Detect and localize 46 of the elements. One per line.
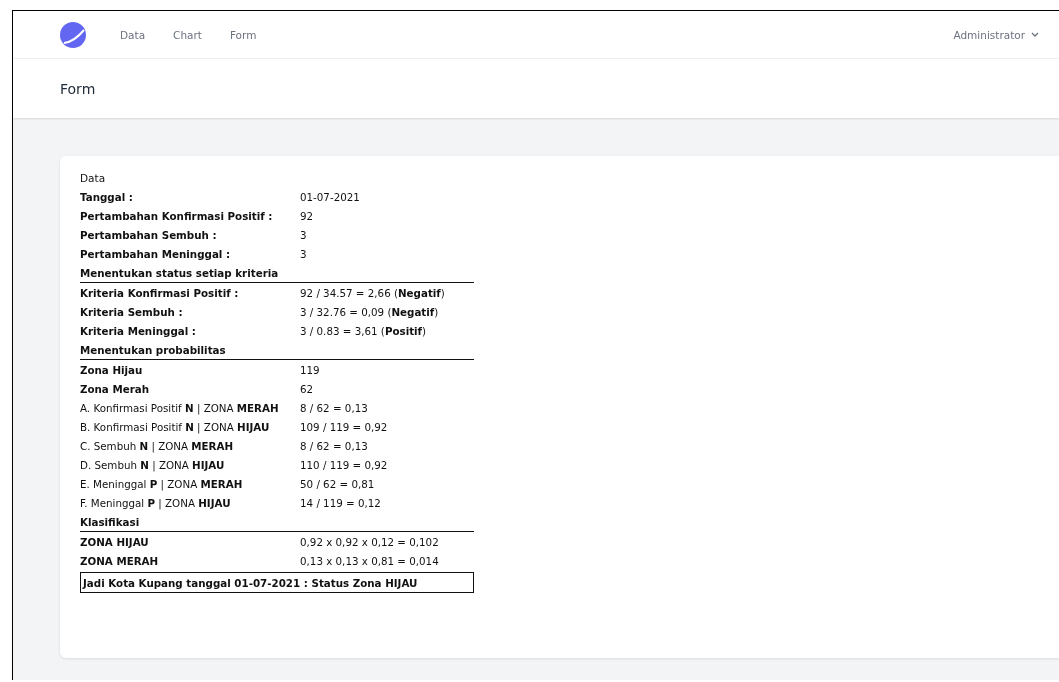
row-value: 01-07-2021 [300, 190, 361, 203]
row-value: 50 / 62 = 0,81 [300, 477, 376, 490]
row-label: D. Sembuh N | ZONA HIJAU [80, 458, 226, 471]
section-heading: Menentukan probabilitas [80, 343, 227, 356]
page-title: Form [60, 80, 96, 97]
row-label: Kriteria Konfirmasi Positif : [80, 286, 240, 299]
nav-link[interactable]: Form [217, 22, 269, 47]
row-value: 14 / 119 = 0,12 [300, 496, 382, 509]
row-label: Pertambahan Konfirmasi Positif : [80, 209, 274, 222]
row-label: Zona Merah [80, 382, 150, 395]
row-label: ZONA MERAH [80, 554, 160, 567]
row-value: 0,13 x 0,13 x 0,81 = 0,014 [300, 554, 440, 567]
row-value: 92 / 34.57 = 2,66 (Negatif) [300, 286, 446, 299]
chevron-down-icon [1031, 32, 1039, 37]
row-label: Pertambahan Sembuh : [80, 228, 218, 241]
row-label: C. Sembuh N | ZONA MERAH [80, 439, 235, 452]
result-box: Jadi Kota Kupang tanggal 01-07-2021 : Status Zona HIJAU [80, 572, 474, 593]
row-label: Kriteria Sembuh : [80, 305, 184, 318]
row-value: 8 / 62 = 0,13 [300, 439, 369, 452]
row-value: 119 [300, 363, 321, 376]
row-label: Tanggal : [80, 190, 134, 203]
row-value: 0,92 x 0,92 x 0,12 = 0,102 [300, 535, 440, 548]
section-heading: Menentukan status setiap kriteria [80, 266, 280, 279]
nav-link[interactable]: Data [108, 22, 158, 47]
row-label: Pertambahan Meninggal : [80, 247, 232, 260]
row-label: Kriteria Meninggal : [80, 324, 197, 337]
logo-icon [60, 21, 86, 48]
row-value: 109 / 119 = 0,92 [300, 420, 389, 433]
row-label: B. Konfirmasi Positif N | ZONA HIJAU [80, 420, 271, 433]
row-value: 3 [300, 228, 308, 241]
row-value: 110 / 119 = 0,92 [300, 458, 389, 471]
row-value: 3 / 32.76 = 0,09 (Negatif) [300, 305, 440, 318]
row-value: 8 / 62 = 0,13 [300, 401, 369, 414]
row-label: Zona Hijau [80, 363, 144, 376]
user-menu-button[interactable]: Administrator [953, 28, 1039, 41]
row-value: 3 / 0.83 = 3,61 (Positif) [300, 324, 428, 337]
row-label: F. Meninggal P | ZONA HIJAU [80, 496, 232, 509]
row-label: A. Konfirmasi Positif N | ZONA MERAH [80, 401, 280, 414]
row-label: E. Meninggal P | ZONA MERAH [80, 477, 244, 490]
section-heading: Klasifikasi [80, 515, 141, 528]
row-label: ZONA HIJAU [80, 535, 150, 548]
row-value: 92 [300, 209, 315, 222]
row-value: 3 [300, 247, 308, 260]
nav-link[interactable]: Chart [161, 22, 214, 47]
row-value: 62 [300, 382, 315, 395]
card-title: Data [80, 172, 107, 184]
